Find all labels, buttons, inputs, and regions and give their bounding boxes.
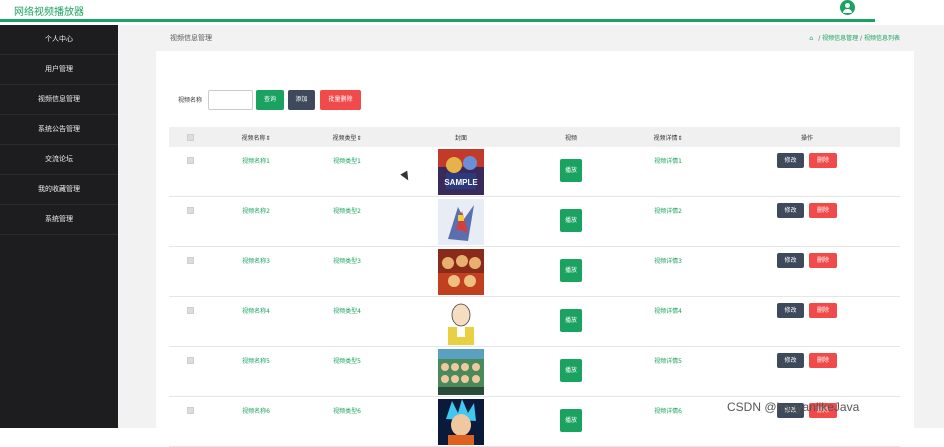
video-name-cell: 视频名称6 bbox=[242, 408, 270, 415]
video-type-cell: 视频类型1 bbox=[333, 158, 361, 165]
row-checkbox[interactable] bbox=[187, 357, 194, 364]
add-button[interactable]: 添加 bbox=[288, 90, 315, 110]
sidebar-item-favorites-management[interactable]: 我的收藏管理 bbox=[0, 175, 118, 205]
row-checkbox[interactable] bbox=[187, 207, 194, 214]
play-button[interactable]: 播放 bbox=[560, 409, 582, 432]
edit-button[interactable]: 修改 bbox=[777, 153, 804, 168]
sidebar-item-announcement-management[interactable]: 系统公告管理 bbox=[0, 115, 118, 145]
video-name-cell: 视频名称5 bbox=[242, 358, 270, 365]
play-button[interactable]: 播放 bbox=[560, 359, 582, 382]
breadcrumb-bar: 视频信息管理 ⌂ / 视频信息管理 / 视频信息列表 bbox=[156, 25, 914, 49]
app-title: 网络视频播放器 bbox=[14, 7, 84, 18]
table-row: 视频名称2 视频类型2 播放 视频详情2 修改 删除 bbox=[169, 197, 900, 247]
watermark: CSDN @haoyanlikeJava bbox=[727, 400, 860, 414]
cover-image bbox=[438, 399, 484, 445]
page-title: 视频信息管理 bbox=[170, 34, 212, 42]
video-detail-cell: 视频详情6 bbox=[654, 408, 682, 415]
select-all-checkbox[interactable] bbox=[187, 134, 194, 141]
video-detail-cell: 视频详情2 bbox=[654, 208, 682, 215]
video-detail-cell: 视频详情4 bbox=[654, 308, 682, 315]
delete-button[interactable]: 删除 bbox=[809, 203, 837, 218]
play-button[interactable]: 播放 bbox=[560, 209, 582, 232]
main-area: 视频信息管理 ⌂ / 视频信息管理 / 视频信息列表 视频名称 查询 添加 批量… bbox=[118, 25, 944, 447]
edit-button[interactable]: 修改 bbox=[777, 353, 804, 368]
row-checkbox[interactable] bbox=[187, 307, 194, 314]
table-row: 视频名称4 视频类型4 播放 视频详情4 修改 删除 bbox=[169, 297, 900, 347]
top-bar: 网络视频播放器 bbox=[0, 0, 875, 22]
play-button[interactable]: 播放 bbox=[560, 159, 582, 182]
delete-button[interactable]: 删除 bbox=[809, 353, 837, 368]
header-video: 视频 bbox=[564, 135, 577, 142]
delete-button[interactable]: 删除 bbox=[809, 303, 837, 318]
search-button[interactable]: 查询 bbox=[256, 90, 284, 110]
search-input[interactable] bbox=[208, 90, 253, 110]
sidebar-item-video-management[interactable]: 视频信息管理 bbox=[0, 85, 118, 115]
video-type-cell: 视频类型2 bbox=[333, 208, 361, 215]
sidebar: 个人中心 用户管理 视频信息管理 系统公告管理 交流论坛 我的收藏管理 系统管理 bbox=[0, 25, 118, 428]
table-row: 视频名称1 视频类型1 SAMPLE 播放 视频详情1 修改 删除 bbox=[169, 147, 900, 197]
delete-button[interactable]: 删除 bbox=[809, 153, 837, 168]
search-label: 视频名称 bbox=[178, 97, 203, 104]
video-type-cell: 视频类型3 bbox=[333, 258, 361, 265]
video-type-cell: 视频类型4 bbox=[333, 308, 361, 315]
video-detail-cell: 视频详情1 bbox=[654, 158, 682, 165]
play-button[interactable]: 播放 bbox=[560, 309, 582, 332]
row-checkbox[interactable] bbox=[187, 257, 194, 264]
play-button[interactable]: 播放 bbox=[560, 259, 582, 282]
edit-button[interactable]: 修改 bbox=[777, 253, 804, 268]
sidebar-item-personal-center[interactable]: 个人中心 bbox=[0, 25, 118, 55]
video-name-cell: 视频名称1 bbox=[242, 158, 270, 165]
header-video-name[interactable]: 视频名称⇕ bbox=[226, 133, 286, 142]
video-name-cell: 视频名称3 bbox=[242, 258, 270, 265]
cover-image: SAMPLE bbox=[438, 149, 484, 195]
header-cover: 封面 bbox=[454, 135, 467, 142]
content-panel: 视频名称 查询 添加 批量删除 视频名称⇕ 视频类型⇕ 封面 视频 视频详情⇕ … bbox=[156, 51, 914, 447]
sidebar-item-user-management[interactable]: 用户管理 bbox=[0, 55, 118, 85]
breadcrumb-video-management[interactable]: 视频信息管理 bbox=[822, 35, 858, 42]
cover-image bbox=[438, 199, 484, 245]
video-name-cell: 视频名称2 bbox=[242, 208, 270, 215]
video-type-cell: 视频类型6 bbox=[333, 408, 361, 415]
top-right-blank bbox=[875, 0, 944, 25]
row-checkbox[interactable] bbox=[187, 157, 194, 164]
edit-button[interactable]: 修改 bbox=[777, 303, 804, 318]
video-name-cell: 视频名称4 bbox=[242, 308, 270, 315]
cover-overlay-text: SAMPLE bbox=[444, 178, 478, 187]
cover-image bbox=[438, 299, 484, 345]
table-row: 视频名称3 视频类型3 播放 视频详情3 修改 删除 bbox=[169, 247, 900, 297]
table-row: 视频名称5 视频类型5 播放 视频详情5 修改 删除 bbox=[169, 347, 900, 397]
header-video-detail[interactable]: 视频详情⇕ bbox=[638, 133, 698, 142]
row-checkbox[interactable] bbox=[187, 407, 194, 414]
video-detail-cell: 视频详情3 bbox=[654, 258, 682, 265]
header-actions: 操作 bbox=[800, 135, 813, 142]
breadcrumb-video-list: 视频信息列表 bbox=[863, 35, 900, 42]
cover-image bbox=[438, 249, 484, 295]
delete-button[interactable]: 删除 bbox=[809, 253, 837, 268]
header-video-type[interactable]: 视频类型⇕ bbox=[317, 133, 377, 142]
batch-delete-button[interactable]: 批量删除 bbox=[320, 90, 361, 110]
user-avatar-icon[interactable] bbox=[840, 0, 855, 15]
sidebar-item-system-management[interactable]: 系统管理 bbox=[0, 205, 118, 235]
sidebar-item-forum[interactable]: 交流论坛 bbox=[0, 145, 118, 175]
breadcrumb: ⌂ / 视频信息管理 / 视频信息列表 bbox=[809, 33, 900, 42]
video-type-cell: 视频类型5 bbox=[333, 358, 361, 365]
video-detail-cell: 视频详情5 bbox=[654, 358, 682, 365]
table-header: 视频名称⇕ 视频类型⇕ 封面 视频 视频详情⇕ 操作 bbox=[169, 127, 900, 147]
cover-image bbox=[438, 349, 484, 395]
edit-button[interactable]: 修改 bbox=[777, 203, 804, 218]
